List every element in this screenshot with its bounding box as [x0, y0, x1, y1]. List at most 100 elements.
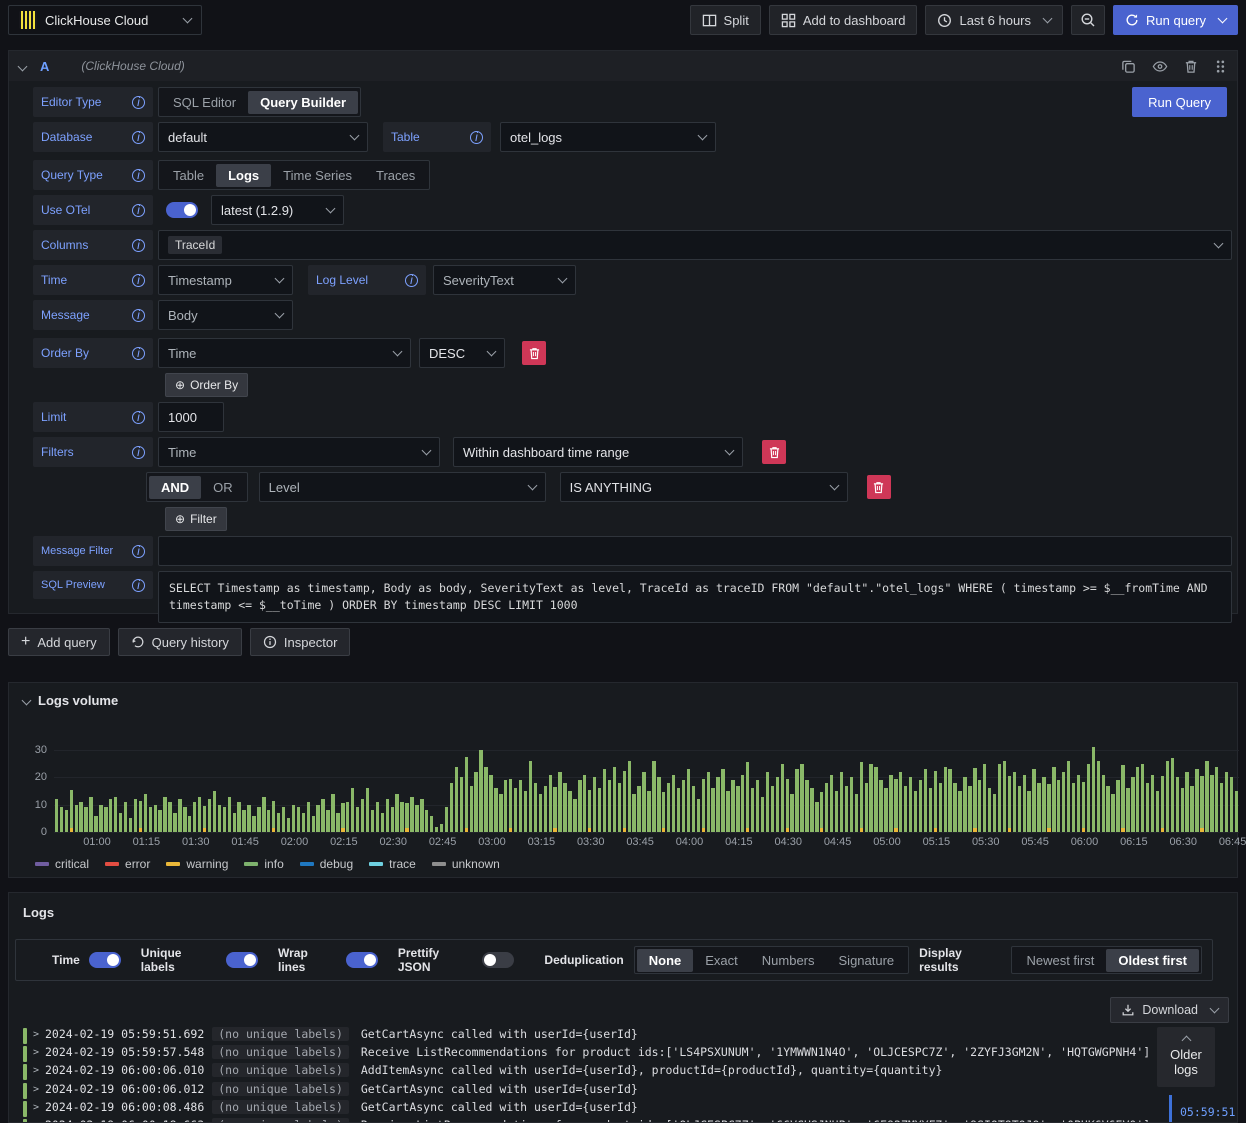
bar[interactable] — [597, 788, 602, 832]
bar[interactable] — [701, 778, 705, 832]
bar[interactable] — [760, 796, 765, 832]
bar[interactable] — [859, 762, 863, 832]
bar[interactable] — [499, 793, 503, 832]
bar[interactable] — [958, 791, 962, 832]
bar[interactable] — [800, 763, 804, 832]
bar[interactable] — [736, 785, 740, 832]
bar[interactable] — [252, 815, 256, 832]
bar[interactable] — [281, 807, 286, 832]
bar[interactable] — [899, 772, 903, 832]
bar[interactable] — [805, 780, 809, 832]
zoom-out-time-button[interactable] — [1071, 5, 1106, 35]
bar[interactable] — [933, 770, 938, 832]
bar[interactable] — [553, 787, 557, 832]
bar[interactable] — [84, 807, 88, 832]
bar[interactable] — [311, 815, 315, 832]
bar[interactable] — [563, 782, 567, 832]
bar[interactable] — [1210, 774, 1214, 832]
filter-field-select[interactable]: Time — [158, 437, 440, 467]
bar[interactable] — [523, 791, 528, 832]
bar[interactable] — [992, 793, 997, 832]
bar[interactable] — [370, 810, 375, 832]
bar[interactable] — [538, 793, 543, 832]
datasource-picker[interactable]: ClickHouse Cloud — [8, 5, 202, 35]
bar[interactable] — [686, 769, 691, 832]
bar[interactable] — [548, 774, 552, 832]
legend-item-critical[interactable]: critical — [35, 857, 89, 871]
logs-volume-chart[interactable]: 0 10 20 30 — [35, 742, 1239, 838]
inspector-button[interactable]: Inspector — [249, 628, 351, 656]
bar[interactable] — [94, 815, 98, 832]
bar[interactable] — [864, 782, 868, 832]
bar[interactable] — [775, 777, 780, 832]
bar[interactable] — [1141, 763, 1145, 832]
info-icon[interactable]: i — [405, 273, 418, 287]
use-otel-toggle[interactable] — [166, 202, 198, 218]
bar[interactable] — [1150, 774, 1155, 832]
option-sql-editor[interactable]: SQL Editor — [161, 91, 248, 114]
expand-log-icon[interactable]: > — [33, 1118, 45, 1122]
bar[interactable] — [1205, 761, 1209, 832]
filter2-field-select[interactable]: Level — [258, 472, 546, 502]
bar[interactable] — [227, 796, 231, 832]
info-icon[interactable]: i — [132, 168, 145, 182]
bar[interactable] — [785, 778, 789, 832]
legend-item-error[interactable]: error — [105, 857, 150, 871]
bar[interactable] — [879, 780, 883, 832]
expand-log-icon[interactable]: > — [33, 1045, 45, 1058]
info-icon[interactable]: i — [132, 95, 145, 109]
bar[interactable] — [99, 804, 103, 832]
bar[interactable] — [1155, 791, 1160, 832]
bar[interactable] — [79, 802, 83, 832]
older-logs-button[interactable]: Older logs — [1157, 1027, 1215, 1087]
bar[interactable] — [543, 785, 547, 832]
bar[interactable] — [1052, 766, 1056, 832]
bar[interactable] — [834, 791, 839, 832]
bar[interactable] — [928, 788, 933, 832]
bar[interactable] — [247, 804, 251, 832]
option-signature[interactable]: Signature — [827, 949, 907, 972]
bar[interactable] — [953, 782, 957, 832]
order-by-direction-select[interactable]: DESC — [419, 338, 505, 368]
legend-item-debug[interactable]: debug — [299, 857, 353, 871]
bar[interactable] — [504, 780, 508, 832]
add-query-button[interactable]: + Add query — [8, 628, 110, 656]
option-oldest-first[interactable]: Oldest first — [1106, 948, 1199, 972]
split-button[interactable]: Split — [689, 5, 761, 35]
bar[interactable] — [163, 796, 167, 832]
filter-operator-select[interactable]: Within dashboard time range — [453, 437, 743, 467]
bar[interactable] — [410, 796, 414, 832]
bar[interactable] — [849, 777, 854, 832]
log-row[interactable]: >2024-02-19 06:00:06.012 (no unique label… — [15, 1081, 1165, 1100]
bar[interactable] — [825, 782, 829, 832]
legend-item-info[interactable]: info — [244, 857, 284, 871]
bar[interactable] — [1131, 777, 1135, 832]
bar[interactable] — [69, 789, 73, 832]
bar[interactable] — [820, 792, 824, 832]
bar[interactable] — [331, 793, 335, 832]
bar[interactable] — [89, 796, 93, 832]
toggle-switch[interactable] — [225, 952, 258, 968]
bar[interactable] — [721, 769, 725, 832]
bar[interactable] — [676, 788, 681, 832]
bar[interactable] — [469, 785, 473, 832]
drag-handle-icon[interactable] — [1214, 59, 1227, 74]
bar[interactable] — [908, 777, 913, 832]
bar[interactable] — [1076, 774, 1081, 832]
bar[interactable] — [326, 810, 330, 832]
bar[interactable] — [222, 807, 227, 832]
option-none[interactable]: None — [636, 948, 694, 972]
bar[interactable] — [321, 799, 325, 832]
download-button[interactable]: Download — [1110, 997, 1229, 1023]
bar[interactable] — [365, 788, 370, 832]
bar[interactable] — [217, 804, 222, 832]
option-traces[interactable]: Traces — [364, 164, 427, 187]
bar[interactable] — [1047, 784, 1051, 832]
log-row[interactable]: >2024-02-19 06:00:18.663 (no unique label… — [15, 1117, 1165, 1122]
bar[interactable] — [780, 763, 784, 832]
bar[interactable] — [1042, 777, 1046, 832]
add-filter-button[interactable]: ⊕ Filter — [165, 507, 227, 531]
bar[interactable] — [889, 774, 893, 832]
add-to-dashboard-button[interactable]: Add to dashboard — [768, 5, 918, 35]
bar[interactable] — [449, 782, 454, 832]
